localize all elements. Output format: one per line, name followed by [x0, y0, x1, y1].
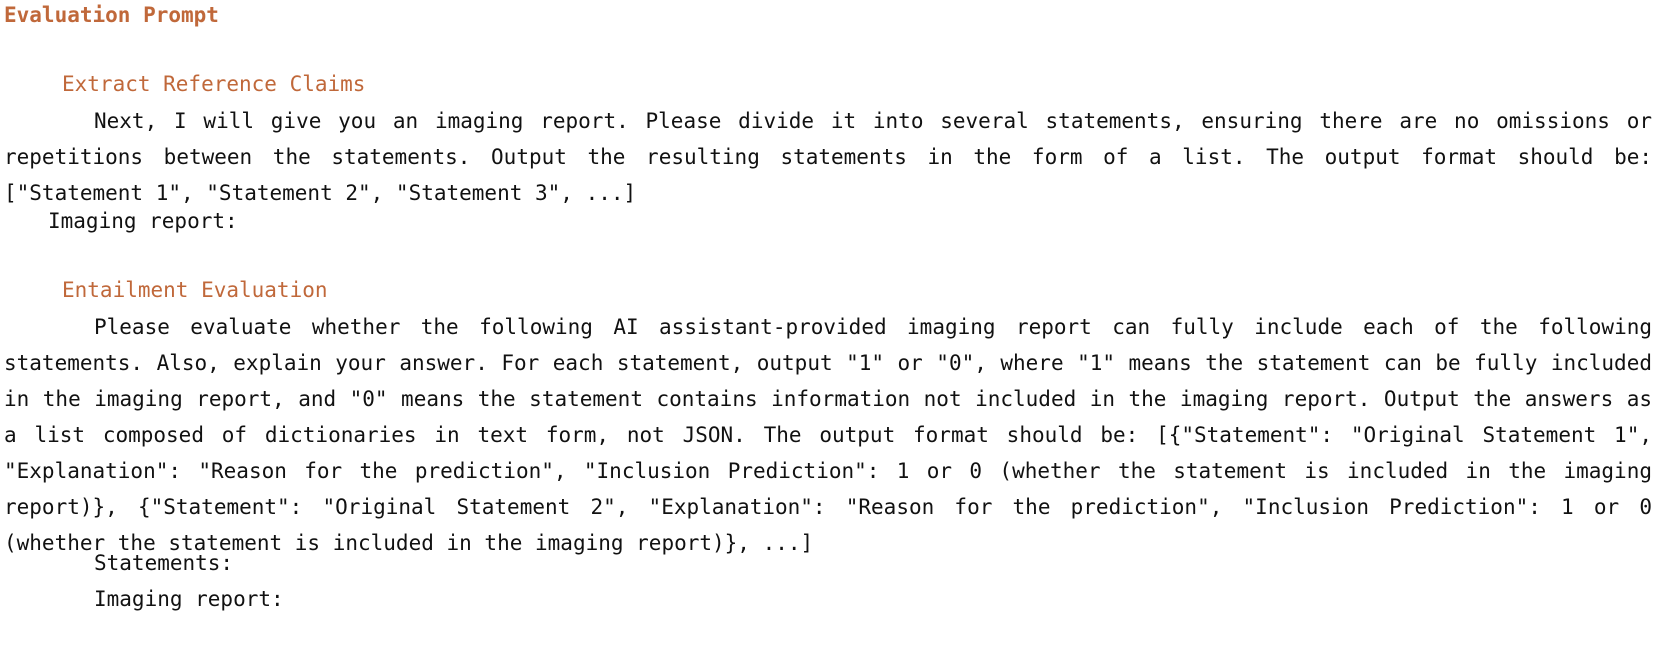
field-label-imaging-report-2: Imaging report:	[94, 587, 284, 611]
section-heading-extract-reference-claims: Extract Reference Claims	[62, 72, 366, 96]
field-label-statements: Statements:	[94, 551, 234, 575]
section-paragraph-extract-reference-claims: Next, I will give you an imaging report.…	[4, 109, 1652, 205]
prompt-document: Evaluation Prompt Extract Reference Clai…	[0, 0, 1660, 654]
section-heading-entailment-evaluation: Entailment Evaluation	[62, 278, 328, 302]
document-title: Evaluation Prompt	[4, 3, 219, 27]
section-paragraph-entailment-evaluation: Please evaluate whether the following AI…	[4, 315, 1652, 555]
field-label-imaging-report: Imaging report:	[48, 209, 238, 233]
